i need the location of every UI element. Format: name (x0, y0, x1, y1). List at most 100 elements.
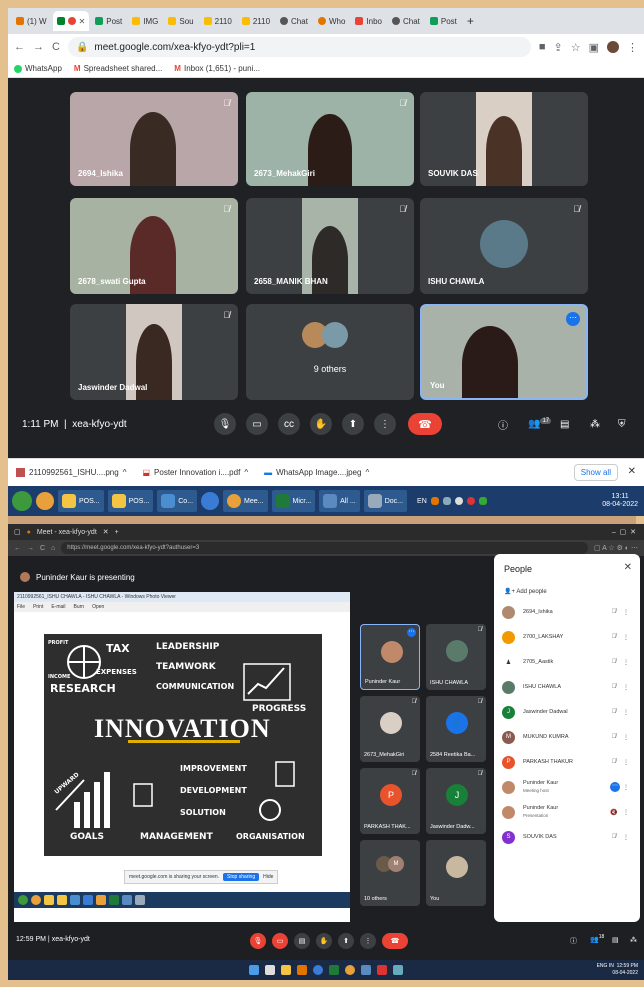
camera-off-button[interactable]: ▭ (272, 933, 288, 949)
new-tab-button[interactable]: + (463, 11, 478, 31)
chat-icon[interactable]: ▤ (560, 419, 569, 430)
back-icon[interactable]: ← (14, 545, 21, 552)
more-options-icon[interactable]: ⋮ (620, 834, 632, 841)
app-icon[interactable] (329, 965, 339, 975)
more-options-icon[interactable]: ⋮ (620, 634, 632, 641)
leave-call-button[interactable]: ☎ (382, 933, 408, 949)
grid-tile[interactable]: 🎙̸ 2673_MehakGiri (360, 696, 420, 762)
language-indicator[interactable]: EN (417, 498, 427, 505)
more-options-icon[interactable]: ⋮ (620, 659, 632, 666)
tray-icon[interactable] (466, 497, 475, 505)
folder-icon[interactable] (281, 965, 291, 975)
people-row[interactable]: Puninder Kaur Presentation 🔇 ⋮ (502, 802, 632, 822)
menu-burn[interactable]: Burn (74, 604, 85, 610)
add-people-button[interactable]: 👤+ Add people (504, 588, 547, 595)
more-options-button[interactable]: ⋮ (374, 413, 396, 435)
camera-icon[interactable]: ■ (539, 41, 546, 53)
captions-button[interactable]: ▤ (294, 933, 310, 949)
browser-tab-active[interactable]: ✕ (52, 11, 90, 31)
menu-email[interactable]: E-mail (51, 604, 65, 610)
stop-sharing-button[interactable]: Stop sharing (223, 873, 260, 881)
tray-icon[interactable] (442, 497, 451, 505)
people-row[interactable]: 2694_Ishika 🎙̸ ⋮ (502, 602, 632, 622)
menu-print[interactable]: Print (33, 604, 43, 610)
taskbar-item[interactable]: Mee... (223, 490, 268, 512)
browser-tab[interactable]: (1) W (12, 11, 51, 31)
reload-icon[interactable]: C (52, 41, 60, 53)
taskbar-item[interactable]: Co... (157, 490, 198, 512)
forward-icon[interactable]: → (27, 545, 34, 552)
bookmark-star-icon[interactable]: ☆ (571, 41, 581, 54)
info-icon[interactable]: ⓘ (498, 417, 508, 432)
network-icon[interactable] (478, 497, 487, 505)
video-tile[interactable]: SOUVIK DAS (420, 92, 588, 186)
chrome-icon[interactable] (36, 492, 54, 510)
back-icon[interactable]: ← (14, 41, 25, 53)
people-row[interactable]: S SOUVIK DAS 🎙̸ ⋮ (502, 827, 632, 847)
microphone-off-button[interactable]: 🎙 (250, 933, 266, 949)
tab-label[interactable]: Meet - xea-kfyo-ydt (37, 529, 97, 536)
video-tile[interactable]: 🎙̸ Jaswinder Dadwal (70, 304, 238, 400)
app-icon[interactable] (377, 965, 387, 975)
video-tile[interactable]: 🎙̸ 2658_MANIK BHAN (246, 198, 414, 294)
video-tile[interactable]: 🎙̸ 2694_Ishika (70, 92, 238, 186)
activities-icon[interactable]: ⁂ (630, 936, 637, 944)
taskbar-item[interactable]: Micr... (271, 490, 316, 512)
reload-icon[interactable]: C (40, 545, 45, 552)
menu-icon[interactable]: ⋮ (627, 41, 638, 54)
bookmark-whatsapp[interactable]: WhatsApp (14, 64, 62, 73)
bookmark-spreadsheet[interactable]: M Spreadsheet shared... (74, 64, 162, 73)
browser-tab[interactable]: Inbo (351, 11, 386, 31)
taskbar-item[interactable]: POS... (58, 490, 104, 512)
show-all-button[interactable]: Show all (573, 464, 618, 481)
browser-tab[interactable]: Sou (164, 11, 197, 31)
forward-icon[interactable]: → (33, 41, 44, 53)
people-row[interactable]: ISHU CHAWLA 🎙̸ ⋮ (502, 677, 632, 697)
window-controls[interactable]: – ▢ ✕ (612, 528, 636, 536)
share-icon[interactable]: ⇪ (554, 41, 563, 54)
close-tab-icon[interactable]: ✕ (103, 528, 109, 536)
taskbar-item[interactable]: Doc... (363, 490, 408, 512)
people-icon[interactable]: 👥18 (590, 934, 604, 943)
microphone-button[interactable]: 🎙 (214, 413, 236, 435)
profile-icon[interactable] (607, 41, 619, 53)
chat-icon[interactable]: ▤ (612, 936, 619, 944)
menu-open[interactable]: Open (92, 604, 104, 610)
grid-tile[interactable]: J 🎙̸ Jaswinder Dadw... (426, 768, 486, 834)
camera-button[interactable]: ▭ (246, 413, 268, 435)
more-options-icon[interactable]: ⋮ (620, 684, 632, 691)
ie-icon[interactable] (201, 492, 220, 510)
others-tile[interactable]: 9 others (246, 304, 414, 400)
address-bar[interactable]: https://meet.google.com/xea-kfyo-ydt?aut… (61, 542, 588, 554)
video-tile[interactable]: 🎙̸ 2678_swati Gupta (70, 198, 238, 294)
present-button[interactable]: ⬆ (342, 413, 364, 435)
more-options-icon[interactable]: ⋮ (620, 784, 632, 791)
close-icon[interactable]: ✕ (624, 562, 632, 573)
more-options-icon[interactable]: ⋯ (407, 628, 416, 637)
video-tile[interactable]: 🎙̸ ISHU CHAWLA (420, 198, 588, 294)
others-tile[interactable]: M 10 others (360, 840, 420, 906)
more-options-icon[interactable]: ⋮ (620, 734, 632, 741)
raise-hand-button[interactable]: ✋ (310, 413, 332, 435)
people-row[interactable]: Puninder Kaur Meeting host ⋯ ⋮ (502, 777, 632, 797)
bookmark-inbox[interactable]: M Inbox (1,651) - puni... (174, 64, 260, 73)
close-icon[interactable]: ✕ (628, 466, 636, 477)
sidebar-icon[interactable]: ▣ (589, 41, 599, 54)
browser-tab[interactable]: Post (91, 11, 126, 31)
browser-tab[interactable]: 2110 (200, 11, 236, 31)
more-options-icon[interactable]: ⋮ (620, 709, 632, 716)
chrome-icon[interactable] (345, 965, 355, 975)
video-tile[interactable]: 🎙̸ 2673_MehakGiri (246, 92, 414, 186)
start-icon[interactable] (12, 491, 32, 511)
tray-icon[interactable] (430, 497, 439, 505)
info-icon[interactable]: ⓘ (570, 936, 577, 946)
edge-icon[interactable] (313, 965, 323, 975)
download-item[interactable]: ⬓ Poster Innovation i....pdf ^ (142, 468, 248, 477)
new-tab-button[interactable]: + (115, 529, 119, 536)
taskbar-item[interactable]: All ... (319, 490, 360, 512)
grid-tile[interactable]: ⋯ Puninder Kaur (360, 624, 420, 690)
people-row[interactable]: ♟ 2705_Aastik 🎙̸ ⋮ (502, 652, 632, 672)
address-bar[interactable]: 🔒 meet.google.com/xea-kfyo-ydt?pli=1 (67, 37, 531, 57)
grid-tile[interactable]: P 🎙̸ PARKASH THAK... (360, 768, 420, 834)
more-options-icon[interactable]: ⋮ (620, 809, 632, 816)
